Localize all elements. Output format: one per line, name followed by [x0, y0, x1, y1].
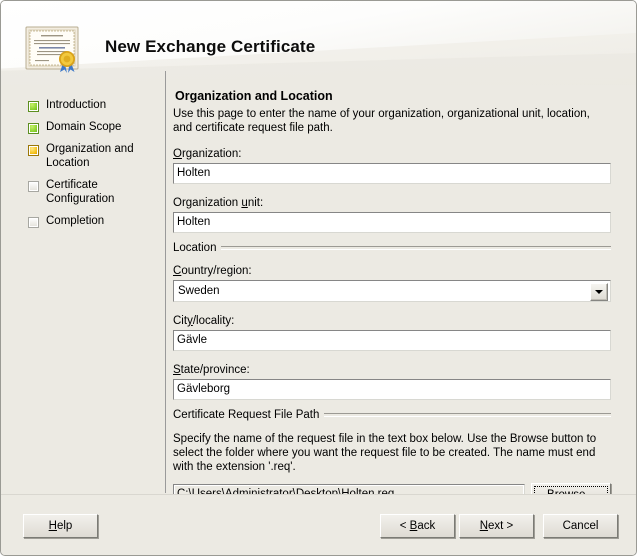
sidebar-item-label: Organization and Location — [46, 143, 134, 169]
city-locality-input[interactable]: Gävle — [173, 330, 611, 351]
country-region-select[interactable]: Sweden — [173, 280, 611, 302]
sidebar-item-label: Domain Scope — [46, 121, 122, 133]
sidebar-item-label: Completion — [46, 215, 105, 227]
wizard-content: Organization and Location Use this page … — [173, 89, 617, 506]
file-path-group-header: Certificate Request File Path — [173, 409, 611, 421]
chevron-down-icon[interactable] — [590, 283, 608, 301]
step-current-icon — [28, 145, 39, 156]
city-locality-label: City/locality: — [173, 315, 235, 327]
sidebar-item-domain-scope[interactable]: Domain Scope — [28, 121, 162, 135]
organization-input[interactable]: Holten — [173, 163, 611, 184]
sidebar-item-label: Certificate Configuration — [46, 179, 115, 205]
next-button[interactable]: Next > — [459, 514, 534, 538]
sidebar-item-introduction[interactable]: Introduction — [28, 99, 162, 113]
organization-unit-input[interactable]: Holten — [173, 212, 611, 233]
sidebar-item-completion[interactable]: Completion — [28, 215, 162, 229]
content-heading: Organization and Location — [175, 89, 333, 103]
country-region-value: Sweden — [178, 285, 220, 297]
page-title: New Exchange Certificate — [105, 37, 316, 56]
state-province-input[interactable]: Gävleborg — [173, 379, 611, 400]
step-pending-icon — [28, 217, 39, 228]
file-path-help-text: Specify the name of the request file in … — [173, 433, 597, 473]
step-complete-icon — [28, 101, 39, 112]
sidebar-item-label: Introduction — [46, 99, 107, 111]
location-group-label: Location — [173, 242, 217, 254]
content-description: Use this page to enter the name of your … — [173, 108, 590, 134]
state-province-label: State/province: — [173, 364, 250, 376]
wizard-banner: New Exchange Certificate — [1, 1, 636, 85]
wizard-footer: Help < Back Next > Cancel — [1, 494, 636, 555]
wizard-dialog: New Exchange Certificate Introduction Do… — [0, 0, 637, 556]
country-region-label: Country/region: — [173, 265, 252, 277]
certificate-icon — [25, 26, 79, 73]
sidebar-item-organization-and-location[interactable]: Organization and Location — [28, 143, 162, 170]
sidebar-item-certificate-configuration[interactable]: Certificate Configuration — [28, 179, 162, 206]
back-button[interactable]: < Back — [380, 514, 455, 538]
group-separator-line — [324, 413, 611, 417]
help-button[interactable]: Help — [23, 514, 98, 538]
organization-unit-label: Organization unit: — [173, 197, 264, 209]
location-group-header: Location — [173, 242, 611, 254]
file-path-group-label: Certificate Request File Path — [173, 409, 320, 421]
organization-label: Organization: — [173, 148, 242, 160]
wizard-steps-sidebar: Introduction Domain Scope Organization a… — [1, 85, 166, 493]
step-pending-icon — [28, 181, 39, 192]
sidebar-divider — [165, 71, 166, 493]
step-complete-icon — [28, 123, 39, 134]
cancel-button[interactable]: Cancel — [543, 514, 618, 538]
group-separator-line — [221, 246, 611, 250]
